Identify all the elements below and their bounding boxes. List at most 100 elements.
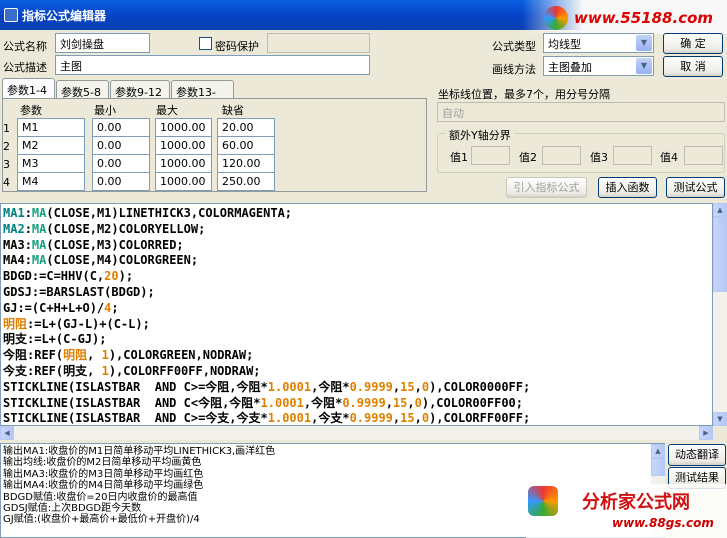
- code-token: (CLOSE,M3)COLORRED;: [46, 237, 184, 252]
- code-line: MA1:MA(CLOSE,M1)LINETHICK3,COLORMAGENTA;: [3, 206, 710, 222]
- tab-params-1-4[interactable]: 参数1-4: [2, 78, 55, 99]
- insert-function-button[interactable]: 插入函数: [598, 177, 657, 198]
- ok-button[interactable]: 确 定: [663, 33, 723, 54]
- code-token: :: [24, 237, 32, 252]
- tab-params-5-8[interactable]: 参数5-8: [56, 80, 109, 99]
- param-min-input[interactable]: 0.00: [92, 136, 150, 155]
- logo-circle-icon: [544, 6, 568, 30]
- row-index: 2: [3, 140, 10, 153]
- scroll-up-icon[interactable]: ▲: [713, 203, 727, 217]
- code-line: 今阻:REF(明阻, 1),COLORGREEN,NODRAW;: [3, 348, 710, 364]
- type-select[interactable]: 均线型 ▼: [543, 33, 654, 53]
- param-min-input[interactable]: 0.00: [92, 118, 150, 137]
- scroll-left-icon[interactable]: ◀: [0, 426, 14, 440]
- param-max-input[interactable]: 1000.00: [155, 136, 212, 155]
- code-token: GDSJ:=BARSLAST(BDGD);: [3, 284, 155, 299]
- code-token: (CLOSE,M2)COLORYELLOW;: [46, 221, 206, 236]
- params-panel: 参数 最小 最大 缺省 1 M1 0.00 1000.00 20.00 2 M2…: [2, 98, 427, 192]
- code-token: ,: [414, 379, 422, 394]
- scroll-right-icon[interactable]: ▶: [699, 426, 713, 440]
- param-default-input[interactable]: 20.00: [217, 118, 275, 137]
- param-name-input[interactable]: M3: [17, 154, 85, 173]
- col-header-max: 最大: [156, 104, 178, 117]
- tab-params-9-12[interactable]: 参数9-12: [110, 80, 170, 99]
- code-token: 1: [101, 348, 109, 363]
- watermark-text: 分析家公式网: [582, 492, 690, 513]
- param-name-input[interactable]: M4: [17, 172, 85, 191]
- param-max-input[interactable]: 1000.00: [155, 172, 212, 191]
- test-formula-button[interactable]: 测试公式: [666, 177, 725, 198]
- extra-y-axis-label: 额外Y轴分界: [446, 127, 514, 143]
- value3-input: [613, 146, 652, 165]
- scroll-down-icon[interactable]: ▼: [713, 412, 727, 426]
- code-token: STICKLINE(ISLASTBAR AND C>=今支,今支*: [3, 411, 268, 426]
- logo-url: www.55188.com: [574, 9, 714, 27]
- dynamic-translate-button[interactable]: 动态翻译: [668, 444, 726, 466]
- output-line: 输出均线:收盘价的M2日简单移动平均画黄色: [3, 457, 202, 469]
- param-default-input[interactable]: 60.00: [217, 136, 275, 155]
- chevron-down-icon[interactable]: ▼: [636, 35, 652, 51]
- code-token: STICKLINE(ISLASTBAR AND C>=今阻,今阻*: [3, 379, 268, 394]
- desc-input[interactable]: 主图: [55, 55, 370, 75]
- code-hscrollbar[interactable]: ◀ ▶: [0, 426, 713, 440]
- param-name-input[interactable]: M1: [17, 118, 85, 137]
- code-token: 0: [421, 411, 430, 426]
- code-token: 0: [421, 379, 430, 394]
- code-token: ),COLORFF00FF;: [429, 411, 531, 426]
- code-line: STICKLINE(ISLASTBAR AND C>=今阻,今阻*1.0001,…: [3, 380, 710, 396]
- axis-input: 自动: [437, 102, 725, 122]
- code-token: 15: [400, 411, 415, 426]
- row-index: 4: [3, 176, 10, 189]
- code-vscrollbar[interactable]: ▲ ▼: [713, 203, 727, 426]
- code-token: 0: [414, 395, 422, 410]
- code-token: GJ:=(C+H+L+O)/: [3, 300, 105, 315]
- code-token: 0.9999: [349, 411, 393, 426]
- col-header-param: 参数: [20, 104, 42, 117]
- code-token: 1.0001: [260, 395, 304, 410]
- name-label: 公式名称: [3, 40, 47, 53]
- app-icon: [4, 8, 18, 22]
- param-min-input[interactable]: 0.00: [92, 154, 150, 173]
- code-token: 明支:=L+(C-GJ);: [3, 332, 107, 347]
- code-line: 今支:REF(明支, 1),COLORFF00FF,NODRAW;: [3, 364, 710, 380]
- code-token: 20: [104, 269, 119, 284]
- code-line: GDSJ:=BARSLAST(BDGD);: [3, 285, 710, 301]
- code-token: ),COLORGREEN,NODRAW;: [108, 348, 254, 363]
- param-default-input[interactable]: 250.00: [217, 172, 275, 191]
- param-max-input[interactable]: 1000.00: [155, 118, 212, 137]
- code-token: MA4: [3, 253, 25, 268]
- chevron-down-icon[interactable]: ▼: [636, 58, 652, 74]
- value3-label: 值3: [590, 151, 608, 164]
- cancel-button[interactable]: 取 消: [663, 56, 723, 77]
- param-max-input[interactable]: 1000.00: [155, 154, 212, 173]
- param-min-input[interactable]: 0.00: [92, 172, 150, 191]
- code-token: (CLOSE,M4)COLORGREEN;: [46, 253, 199, 268]
- code-line: BDGD:=C=HHV(C,20);: [3, 269, 710, 285]
- value4-label: 值4: [660, 151, 678, 164]
- code-token: ),COLORFF00FF,NODRAW;: [108, 363, 261, 378]
- name-input[interactable]: 刘剑操盘: [55, 33, 150, 53]
- code-token: 15: [392, 395, 408, 410]
- code-token: :: [24, 253, 32, 268]
- password-input: [267, 33, 370, 53]
- tab-params-13-16[interactable]: 参数13-16: [171, 80, 234, 113]
- code-token: 1.0001: [267, 411, 312, 426]
- password-checkbox[interactable]: [199, 37, 212, 50]
- scroll-up-icon[interactable]: ▲: [651, 444, 665, 458]
- code-token: STICKLINE(ISLASTBAR AND C<今阻,今阻*: [3, 395, 261, 410]
- param-name-input[interactable]: M2: [17, 136, 85, 155]
- value4-input: [684, 146, 723, 165]
- code-token: BDGD:=C=HHV(C,: [3, 269, 105, 284]
- param-default-input[interactable]: 120.00: [217, 154, 275, 173]
- scroll-thumb[interactable]: [713, 217, 727, 292]
- formula-code-editor[interactable]: MA1:MA(CLOSE,M1)LINETHICK3,COLORMAGENTA;…: [0, 203, 713, 426]
- draw-select[interactable]: 主图叠加 ▼: [543, 56, 654, 76]
- code-line: MA2:MA(CLOSE,M2)COLORYELLOW;: [3, 222, 710, 238]
- code-token: 明阻: [63, 348, 88, 363]
- code-token: MA: [31, 221, 47, 236]
- scroll-thumb[interactable]: [651, 458, 665, 476]
- code-token: 今支:REF(明支,: [3, 363, 102, 378]
- code-token: ),COLOR00FF00;: [421, 395, 523, 410]
- import-formula-button[interactable]: 引入指标公式: [506, 177, 587, 198]
- code-token: MA: [31, 237, 47, 252]
